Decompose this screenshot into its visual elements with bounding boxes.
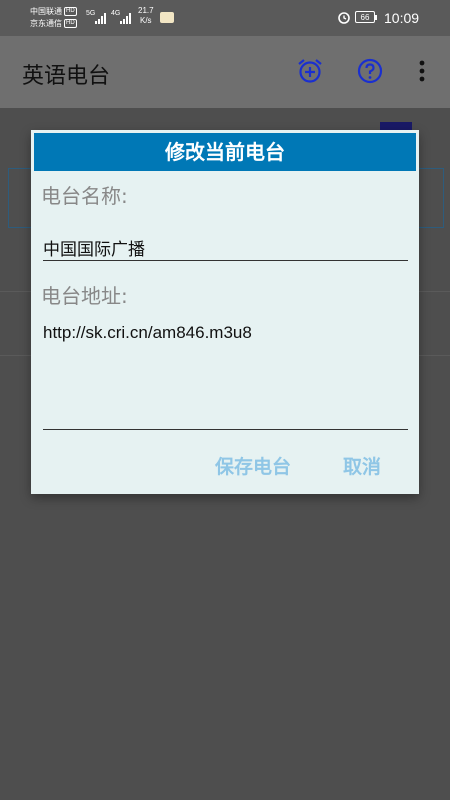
more-vert-icon[interactable] [409,58,435,84]
alarm-clock-icon [338,12,350,24]
station-name-label: 电台名称: [41,184,128,208]
network-type-2: 4G [111,10,121,17]
signal-icon-1 [95,12,106,24]
edit-station-dialog: 修改当前电台 电台名称: 中国国际广播 电台地址: http://sk.cri.… [31,130,419,494]
station-url-label: 电台地址: [41,284,128,308]
app-bar: 英语电台 [0,36,450,108]
hd-badge-1: HD [64,7,77,17]
signal-icon-2 [120,12,131,24]
help-icon[interactable] [357,58,383,84]
alarm-add-icon[interactable] [297,58,323,84]
save-station-button[interactable]: 保存电台 [215,452,291,479]
carrier-info: 中国联通 HD 京东通信 HD [30,6,77,30]
carrier-1: 中国联通 [30,7,62,16]
station-url-underline [43,429,408,430]
app-title: 英语电台 [22,64,111,89]
battery-icon: 66 [355,11,377,23]
status-bar: 中国联通 HD 京东通信 HD 5G 4G 21.7 K/s 66 10:09 [0,0,450,36]
dialog-title: 修改当前电台 [34,133,416,171]
station-name-input[interactable]: 中国国际广播 [43,235,145,260]
station-url-input[interactable]: http://sk.cri.cn/am846.m3u8 [43,323,252,343]
station-name-underline [43,260,408,261]
network-speed: 21.7 K/s [138,6,154,25]
hd-badge-2: HD [64,19,77,29]
clock-time: 10:09 [384,10,420,26]
carrier-2: 京东通信 [30,19,62,28]
cancel-button[interactable]: 取消 [343,452,381,479]
notification-app-icon [160,12,174,23]
network-type-1: 5G [86,10,96,17]
